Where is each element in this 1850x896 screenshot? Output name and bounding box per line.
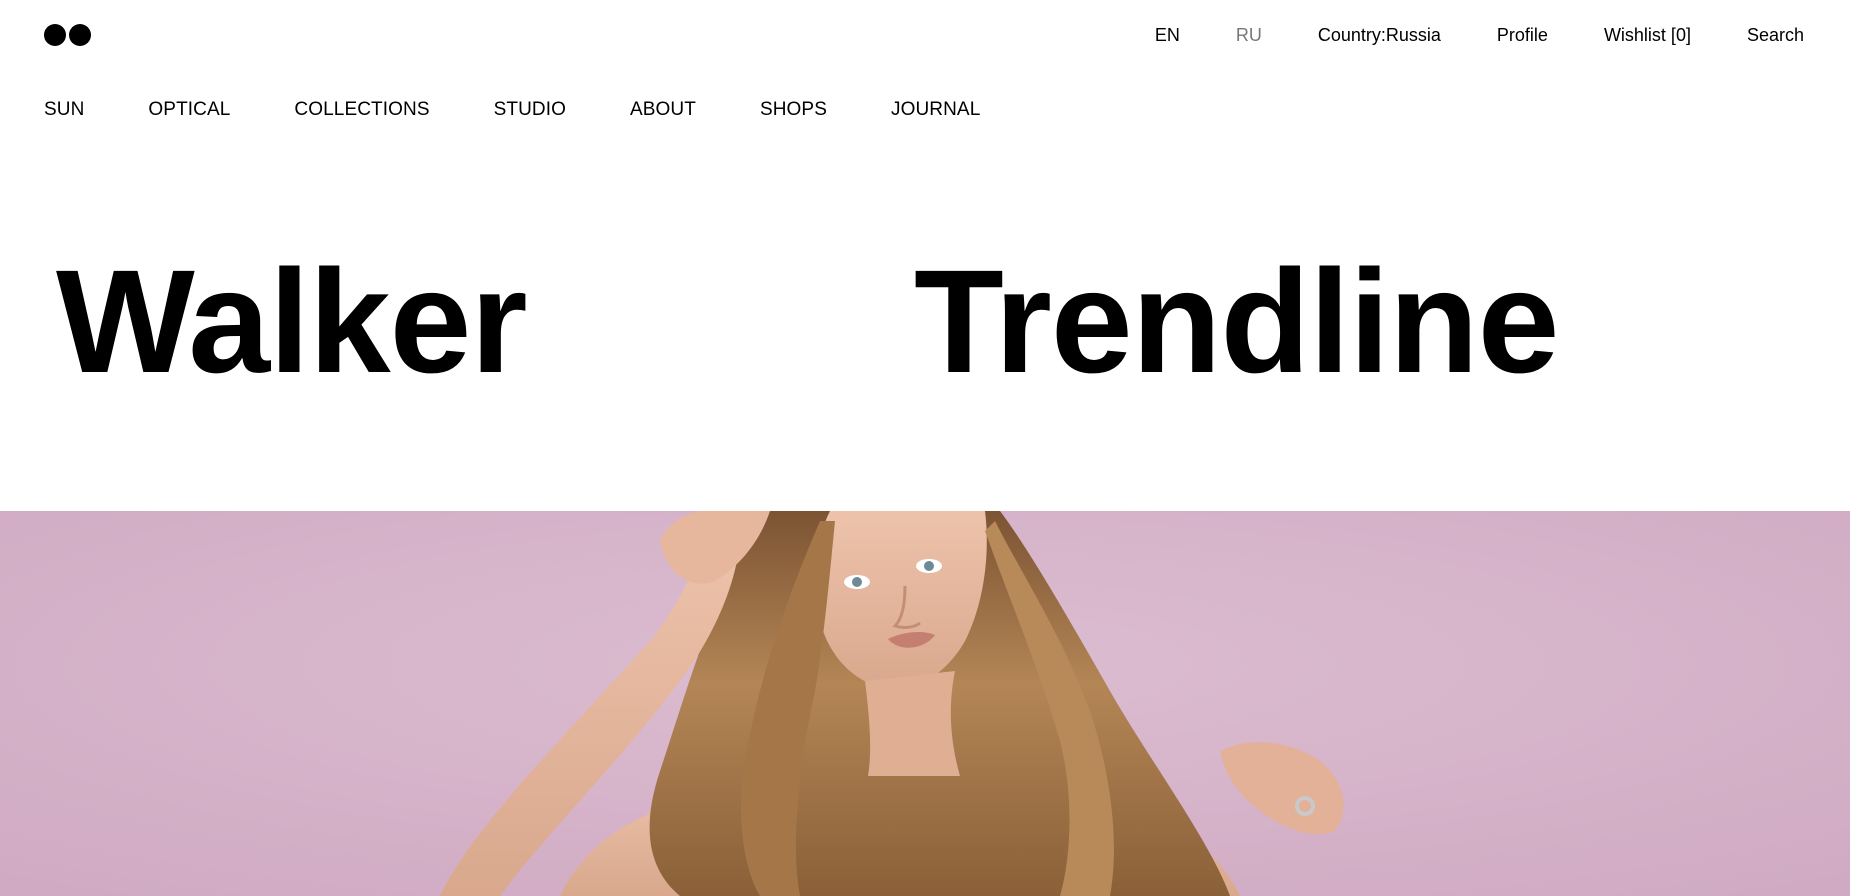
nav-item-collections[interactable]: COLLECTIONS	[294, 99, 429, 121]
main-nav: SUN OPTICAL COLLECTIONS STUDIO ABOUT SHO…	[44, 99, 980, 121]
hero-title-trendline[interactable]: Trendline	[914, 247, 1559, 397]
neck-shape	[865, 671, 960, 776]
nav-item-studio[interactable]: STUDIO	[494, 99, 566, 121]
search-link[interactable]: Search	[1747, 24, 1804, 46]
nav-item-optical[interactable]: OPTICAL	[148, 99, 230, 121]
wishlist-link[interactable]: Wishlist [0]	[1604, 24, 1691, 46]
profile-link[interactable]: Profile	[1497, 24, 1548, 46]
logo-dot-icon	[44, 24, 66, 46]
language-en-link[interactable]: EN	[1155, 24, 1180, 46]
logo-dot-icon	[69, 24, 91, 46]
top-bar: EN RU Country:Russia Profile Wishlist [0…	[0, 0, 1850, 70]
nav-item-shops[interactable]: SHOPS	[760, 99, 827, 121]
nav-item-sun[interactable]: SUN	[44, 99, 84, 121]
nav-item-about[interactable]: ABOUT	[630, 99, 696, 121]
hero-title-walker[interactable]: Walker	[56, 247, 528, 397]
hero-image[interactable]	[0, 511, 1850, 896]
language-ru-link[interactable]: RU	[1236, 24, 1262, 46]
brand-logo[interactable]	[44, 24, 91, 46]
hero-portrait-illustration	[0, 511, 1850, 896]
nav-item-journal[interactable]: JOURNAL	[891, 99, 980, 121]
country-selector[interactable]: Country:Russia	[1318, 24, 1441, 46]
utility-nav: EN RU Country:Russia Profile Wishlist [0…	[1155, 24, 1804, 46]
